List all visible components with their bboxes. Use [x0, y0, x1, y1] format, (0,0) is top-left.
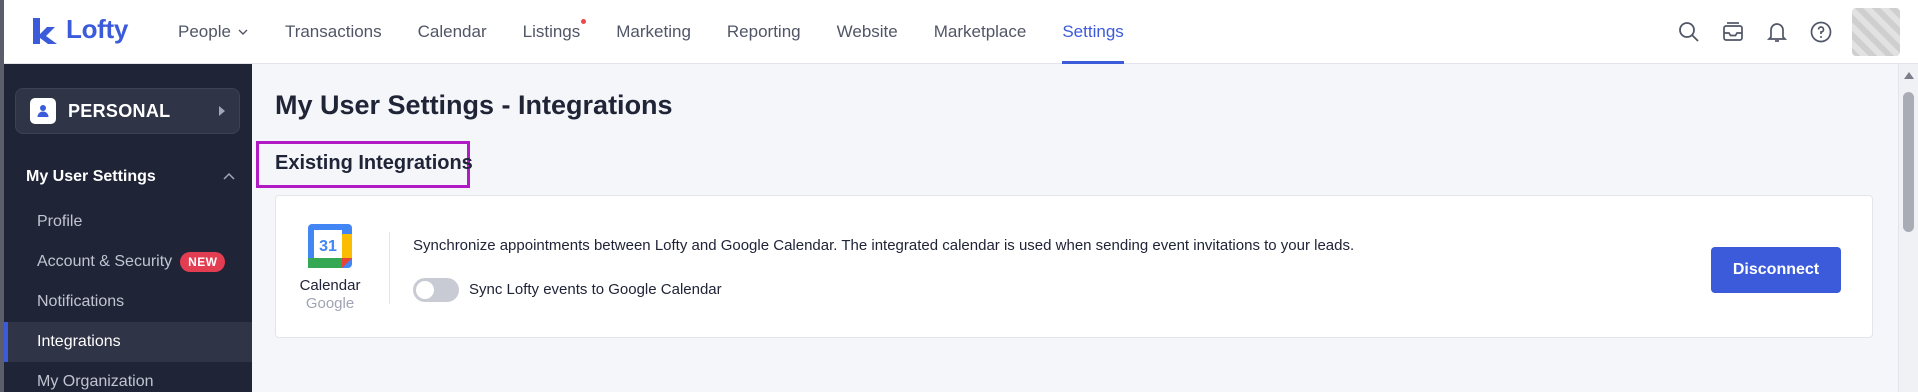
nav-marketplace[interactable]: Marketplace: [916, 0, 1045, 64]
sidebar-item-integrations[interactable]: Integrations: [4, 322, 252, 362]
nav-calendar[interactable]: Calendar: [400, 0, 505, 64]
nav-website[interactable]: Website: [819, 0, 916, 64]
nav-settings[interactable]: Settings: [1044, 0, 1141, 64]
sidebar: PERSONAL My User Settings Profile Accoun…: [0, 64, 252, 392]
lofty-logo-icon: [33, 17, 57, 44]
workspace-switcher[interactable]: PERSONAL: [15, 88, 240, 134]
nav-calendar-label: Calendar: [417, 22, 487, 41]
main-content: My User Settings - Integrations Existing…: [252, 64, 1898, 392]
search-icon[interactable]: [1676, 19, 1702, 45]
app-name: Lofty: [66, 14, 129, 44]
provider-sub: Google: [305, 295, 355, 312]
nav-transactions-label: Transactions: [284, 22, 382, 41]
vertical-scrollbar[interactable]: [1898, 64, 1918, 392]
nav-settings-label: Settings: [1062, 22, 1124, 41]
top-icons: [1676, 0, 1900, 64]
card-divider: [389, 232, 390, 304]
caret-right-icon: [219, 106, 225, 116]
nav-marketing-label: Marketing: [616, 22, 691, 41]
chevron-down-icon: [238, 29, 248, 35]
toggle-knob: [416, 281, 434, 299]
help-icon[interactable]: [1808, 19, 1834, 45]
sidebar-item-label: Integrations: [37, 333, 121, 350]
lofty-logo[interactable]: Lofty: [30, 14, 128, 45]
nav-listings[interactable]: Listings: [505, 0, 599, 64]
integration-card: 31 Calendar Google Synchronize appointme…: [275, 195, 1873, 338]
nav-people-label: People: [178, 22, 231, 41]
nav-marketing[interactable]: Marketing: [598, 0, 709, 64]
section-heading: Existing Integrations: [275, 152, 473, 174]
window-edge: [0, 0, 4, 392]
nav-website-label: Website: [836, 22, 898, 41]
nav-listings-label: Listings: [522, 22, 581, 41]
sidebar-item-account-security[interactable]: Account & Security NEW: [4, 242, 252, 282]
sidebar-item-label: My Organization: [37, 373, 154, 390]
avatar[interactable]: [1852, 8, 1900, 56]
calendar-day-number: 31: [319, 238, 337, 255]
sidebar-item-label: Notifications: [37, 293, 125, 310]
sidebar-item-notifications[interactable]: Notifications: [4, 282, 252, 322]
page-title: My User Settings - Integrations: [275, 90, 673, 120]
nav-transactions[interactable]: Transactions: [267, 0, 400, 64]
nav-marketplace-label: Marketplace: [933, 22, 1027, 41]
sidebar-section-title: My User Settings: [26, 168, 156, 185]
sidebar-item-label: Account & Security: [37, 253, 173, 270]
provider-name: Calendar: [299, 277, 361, 294]
nav-reporting-label: Reporting: [726, 22, 801, 41]
new-badge: NEW: [180, 252, 226, 272]
chevron-up-icon: [223, 172, 235, 180]
sync-toggle[interactable]: [413, 278, 459, 302]
workspace-label: PERSONAL: [68, 100, 171, 121]
google-calendar-icon: 31: [308, 224, 352, 268]
integration-description: Synchronize appointments between Lofty a…: [413, 237, 1355, 254]
sidebar-item-my-organization[interactable]: My Organization: [4, 362, 252, 392]
inbox-icon[interactable]: [1720, 19, 1746, 45]
bell-icon[interactable]: [1764, 19, 1790, 45]
scroll-thumb[interactable]: [1903, 92, 1914, 232]
nav-people[interactable]: People: [160, 0, 267, 64]
sidebar-item-label: Profile: [37, 213, 83, 230]
sidebar-section-my-user-settings[interactable]: My User Settings: [26, 168, 236, 186]
notification-dot: [581, 19, 587, 24]
user-icon: [30, 98, 56, 124]
sidebar-item-profile[interactable]: Profile: [4, 202, 252, 242]
sync-toggle-label: Sync Lofty events to Google Calendar: [469, 281, 722, 298]
nav-reporting[interactable]: Reporting: [709, 0, 819, 64]
top-navigation-bar: Lofty People Transactions Calendar Listi…: [0, 0, 1918, 64]
main-nav: People Transactions Calendar Listings Ma…: [160, 0, 1142, 64]
scroll-up-arrow-icon[interactable]: [1904, 72, 1914, 79]
disconnect-button[interactable]: Disconnect: [1711, 247, 1841, 293]
